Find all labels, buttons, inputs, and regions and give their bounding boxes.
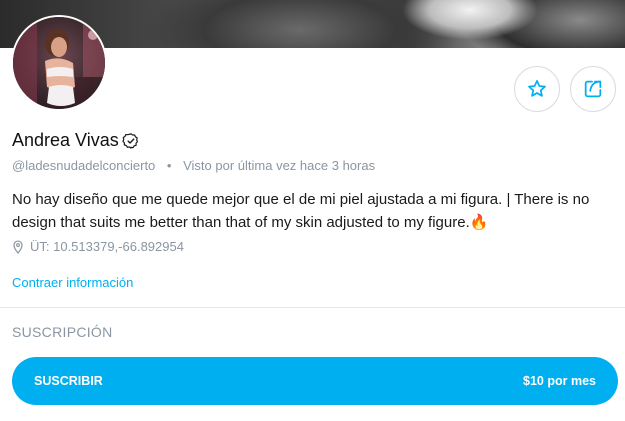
profile-page: Andrea Vivas @ladesnudadelconcierto • Vi… <box>0 0 625 421</box>
profile-name-row: Andrea Vivas <box>12 130 140 151</box>
subscribe-button[interactable]: SUSCRIBIR $10 por mes <box>12 357 618 405</box>
last-seen-status: Visto por última vez hace 3 horas <box>183 158 376 173</box>
favorite-button[interactable] <box>514 66 560 112</box>
meta-separator: • <box>166 158 172 173</box>
profile-handle: @ladesnudadelconcierto <box>12 158 156 173</box>
verified-badge-icon <box>122 132 138 149</box>
location-pin-icon <box>13 239 23 254</box>
subscribe-button-label: SUSCRIBIR <box>34 374 103 388</box>
subscription-price: $10 por mes <box>523 374 596 388</box>
profile-meta: @ladesnudadelconcierto • Visto por últim… <box>12 158 375 173</box>
share-icon <box>584 80 602 98</box>
section-divider <box>0 307 625 308</box>
collapse-info-link[interactable]: Contraer información <box>12 275 133 290</box>
profile-bio: No hay diseño que me quede mejor que el … <box>12 191 590 231</box>
avatar-image <box>13 17 105 109</box>
location-text: ÜT: 10.513379,-66.892954 <box>30 239 184 254</box>
avatar[interactable] <box>11 15 107 111</box>
share-button[interactable] <box>570 66 616 112</box>
star-icon <box>528 80 546 97</box>
profile-location: ÜT: 10.513379,-66.892954 <box>12 239 184 254</box>
subscription-section-title: SUSCRIPCIÓN <box>12 324 113 340</box>
profile-name: Andrea Vivas <box>12 130 119 150</box>
